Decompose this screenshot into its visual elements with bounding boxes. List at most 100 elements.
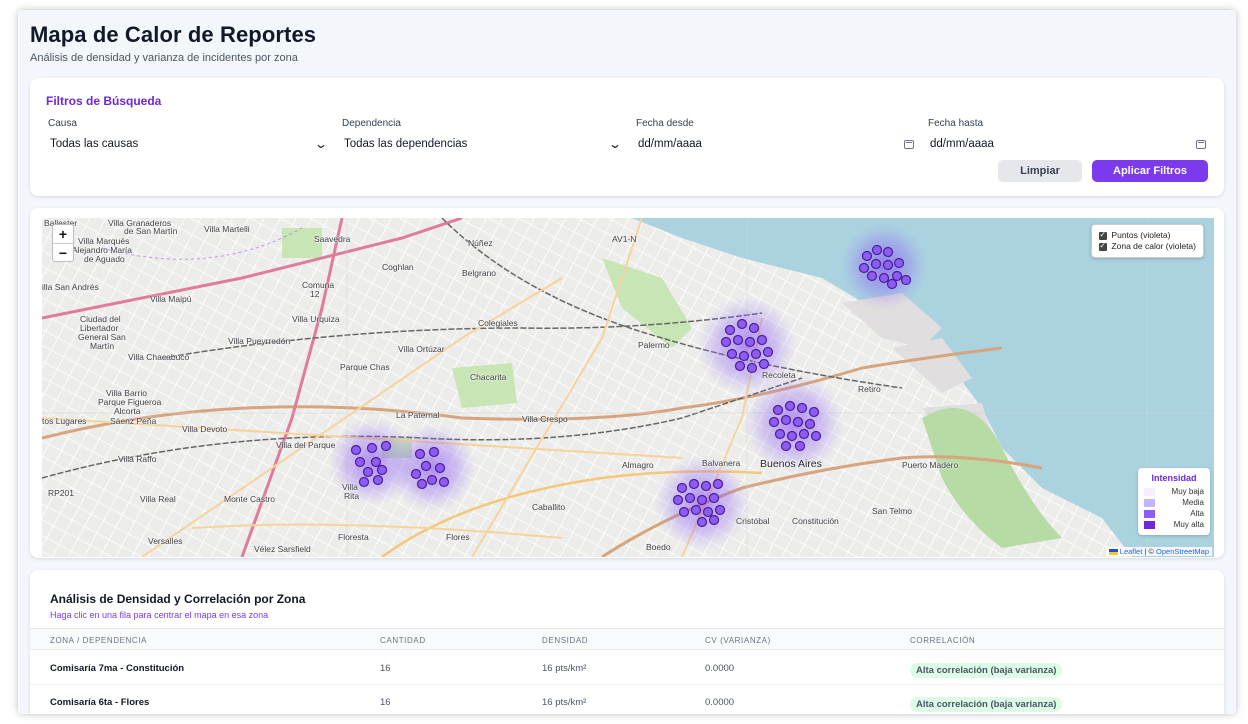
leaflet-link[interactable]: Leaflet xyxy=(1120,547,1143,556)
legend-label: Media xyxy=(1182,498,1204,507)
legend-swatch xyxy=(1144,487,1155,496)
map-view[interactable]: Ballester Villa Granaderos de San Martín… xyxy=(42,218,1214,557)
map-label: illa San Andrés xyxy=(42,282,99,292)
map-label: Villa Devoto xyxy=(182,424,228,434)
apply-filters-button[interactable]: Aplicar Filtros xyxy=(1092,160,1208,182)
column-header: CORRELACIÓN xyxy=(910,636,976,645)
cv-cell: 0.0000 xyxy=(705,663,735,674)
map-label: Villa del Parque xyxy=(276,440,336,450)
map-label: Almagro xyxy=(622,460,654,470)
osm-link[interactable]: OpenStreetMap xyxy=(1156,547,1209,556)
cv-cell: 0.0000 xyxy=(705,697,735,708)
table-row[interactable]: Comisaría 6ta - Flores 16 16 pts/km² 0.0… xyxy=(30,685,1224,714)
causa-select[interactable]: Todas las causas ⌄ xyxy=(48,134,330,154)
map-label: Parque Chas xyxy=(340,362,390,372)
intensity-legend: Intensidad Muy baja Media Alta Muy alta xyxy=(1138,468,1210,535)
map-label: Caballito xyxy=(532,502,566,512)
column-header: DENSIDAD xyxy=(542,636,589,645)
fecha-desde-value: dd/mm/aaaa xyxy=(638,138,702,150)
map-label: Núñez xyxy=(468,238,493,248)
calendar-icon[interactable] xyxy=(1196,139,1206,149)
map-label: Vélez Sarsfield xyxy=(254,544,311,554)
map-label: Alcorta xyxy=(114,406,141,416)
page-subtitle: Análisis de densidad y varianza de incid… xyxy=(30,52,298,64)
table-row[interactable]: Comisaría 7ma - Constitución 16 16 pts/k… xyxy=(30,651,1224,685)
zoom-control: + − xyxy=(52,224,74,262)
count-cell: 16 xyxy=(380,697,391,708)
map-label: Palermo xyxy=(638,340,670,350)
legend-title: Intensidad xyxy=(1151,473,1197,483)
chevron-down-icon: ⌄ xyxy=(607,137,623,151)
map-label: Chacarita xyxy=(470,372,507,382)
dependencia-select[interactable]: Todas las dependencias ⌄ xyxy=(342,134,624,154)
map-label: Martín xyxy=(90,341,115,351)
map-label: Buenos Aires xyxy=(760,458,822,470)
map-label: Balvanera xyxy=(702,458,741,468)
map-label: Villa Martelli xyxy=(204,224,250,234)
layer-heat-label: Zona de calor (violeta) xyxy=(1111,241,1196,251)
page-header: Mapa de Calor de Reportes Análisis de de… xyxy=(30,22,316,64)
chevron-down-icon: ⌄ xyxy=(313,137,329,151)
map-label: tos Lugares xyxy=(42,416,87,426)
causa-field: Causa Todas las causas ⌄ xyxy=(48,118,330,154)
map-label: Villa Maipú xyxy=(150,294,192,304)
map-label: Boedo xyxy=(646,542,671,552)
legend-label: Muy baja xyxy=(1171,487,1204,496)
zone-cell: Comisaría 7ma - Constitución xyxy=(50,663,185,674)
layer-heat-toggle[interactable]: Zona de calor (violeta) xyxy=(1099,240,1196,252)
map-label: Retiro xyxy=(858,384,881,394)
layer-points-label: Puntos (violeta) xyxy=(1111,230,1171,240)
map-label: Villa Raffo xyxy=(118,454,157,464)
checkbox-icon[interactable] xyxy=(1099,229,1108,240)
dependencia-field: Dependencia Todas las dependencias ⌄ xyxy=(342,118,624,154)
legend-label: Muy alta xyxy=(1173,520,1204,529)
map-label: Constitución xyxy=(792,516,839,526)
map-label: de San Martín xyxy=(124,226,178,236)
fecha-desde-field: Fecha desde dd/mm/aaaa xyxy=(636,118,918,154)
legend-item: Muy alta xyxy=(1144,519,1204,530)
map-card: Ballester Villa Granaderos de San Martín… xyxy=(30,208,1224,558)
density-cell: 16 pts/km² xyxy=(542,663,587,674)
map-label: 12 xyxy=(310,289,320,299)
attribution-separator: | © xyxy=(1142,547,1157,556)
fecha-desde-input[interactable]: dd/mm/aaaa xyxy=(636,134,918,154)
legend-item: Media xyxy=(1144,497,1204,508)
analysis-hint: Haga clic en una fila para centrar el ma… xyxy=(50,610,269,620)
clear-button[interactable]: Limpiar xyxy=(998,160,1082,182)
map-label: AV1-N xyxy=(612,234,637,244)
map-label: Cristóbal xyxy=(736,516,770,526)
density-cell: 16 pts/km² xyxy=(542,697,587,708)
column-header: CANTIDAD xyxy=(380,636,426,645)
layer-control: Puntos (violeta) Zona de calor (violeta) xyxy=(1091,224,1204,258)
map-label: Rita xyxy=(344,491,360,501)
legend-label: Alta xyxy=(1190,509,1204,518)
filters-title: Filtros de Búsqueda xyxy=(46,94,162,108)
map-label: Villa Crespo xyxy=(522,414,568,424)
map-label: Villa Chacabuco xyxy=(128,352,190,362)
dependencia-label: Dependencia xyxy=(342,118,401,129)
map-label: RP201 xyxy=(48,488,74,498)
legend-swatch xyxy=(1144,520,1155,529)
map-label: Colegiales xyxy=(478,318,518,328)
map-label: Versalles xyxy=(148,536,183,546)
correlation-badge: Alta correlación (baja varianza) xyxy=(910,663,1063,678)
map-label: Coghlan xyxy=(382,262,414,272)
map-label: Villa Ortúzar xyxy=(398,344,445,354)
fecha-hasta-field: Fecha hasta dd/mm/aaaa xyxy=(928,118,1210,154)
analysis-title: Análisis de Densidad y Correlación por Z… xyxy=(50,592,306,606)
app-frame: Mapa de Calor de Reportes Análisis de de… xyxy=(18,10,1236,714)
layer-points-toggle[interactable]: Puntos (violeta) xyxy=(1099,229,1196,241)
filters-card: Filtros de Búsqueda Causa Todas las caus… xyxy=(30,78,1224,196)
correlation-badge: Alta correlación (baja varianza) xyxy=(910,697,1063,712)
column-header: CV (VARIANZA) xyxy=(705,636,771,645)
calendar-icon[interactable] xyxy=(904,139,914,149)
checkbox-icon[interactable] xyxy=(1099,240,1108,251)
fecha-hasta-input[interactable]: dd/mm/aaaa xyxy=(928,134,1210,154)
count-cell: 16 xyxy=(380,663,391,674)
zoom-out-button[interactable]: − xyxy=(53,243,73,261)
map-label: Villa Real xyxy=(140,494,176,504)
fecha-hasta-label: Fecha hasta xyxy=(928,118,984,129)
causa-value: Todas las causas xyxy=(50,138,139,150)
legend-swatch xyxy=(1144,498,1155,507)
zoom-in-button[interactable]: + xyxy=(53,225,73,243)
